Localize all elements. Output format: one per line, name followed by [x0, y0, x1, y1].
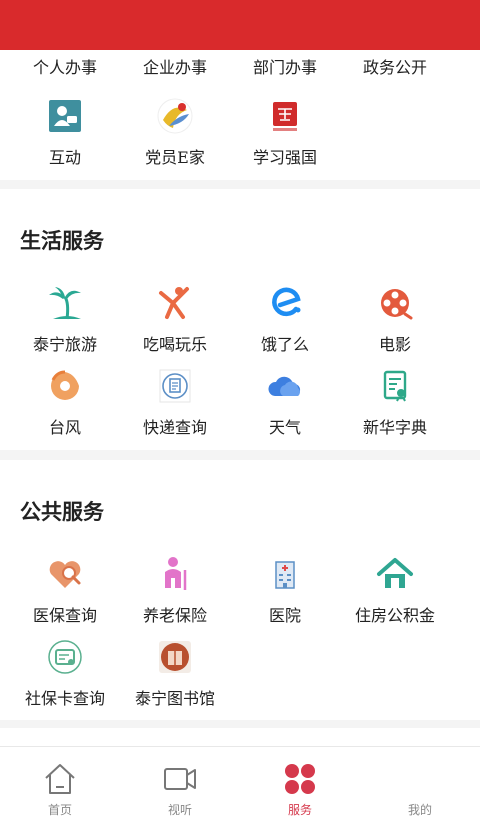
palm-tree-icon — [49, 287, 81, 320]
public-services-section: 公共服务 医保查询 养老保险 医院 住房公积金 社保卡查询 泰宁图书馆 — [0, 460, 480, 720]
tile-party-member[interactable]: 党员E家 — [115, 96, 235, 168]
tile-medical-insurance[interactable]: 医保查询 — [5, 554, 125, 626]
home-icon — [45, 764, 75, 794]
tile-express[interactable]: 快递查询 — [115, 366, 235, 438]
tile-interaction[interactable]: 互动 — [5, 96, 125, 168]
tile-label: 学习强国 — [252, 148, 317, 167]
heart-search-icon — [49, 561, 81, 588]
tile-label: 互动 — [48, 148, 81, 167]
social-card-icon — [48, 640, 82, 674]
tab-services[interactable]: 服务 — [240, 747, 360, 826]
tile-label: 泰宁旅游 — [32, 335, 97, 354]
tile-label: 泰宁图书馆 — [134, 689, 215, 708]
xuexi-qiangguo-icon — [273, 102, 297, 131]
house-icon — [377, 558, 413, 588]
eleme-icon — [272, 287, 301, 317]
tile-label: 党员E家 — [145, 148, 205, 167]
typhoon-icon — [51, 370, 79, 400]
tile-library[interactable]: 泰宁图书馆 — [115, 637, 235, 709]
hospital-icon — [275, 561, 295, 589]
tile-label: 医保查询 — [32, 606, 97, 625]
tab-label: 我的 — [407, 803, 432, 817]
chat-user-icon — [49, 100, 81, 132]
tile-hospital[interactable]: 医院 — [225, 554, 345, 626]
party-member-icon — [157, 98, 193, 134]
film-reel-icon — [381, 289, 413, 320]
video-camera-icon — [164, 768, 196, 790]
tab-home[interactable]: 首页 — [0, 747, 120, 826]
app-header — [0, 0, 480, 50]
tile-housing-fund[interactable]: 住房公积金 — [335, 554, 455, 626]
tile-label: 吃喝玩乐 — [142, 335, 207, 354]
tile-label: 新华字典 — [362, 418, 427, 437]
tab-video[interactable]: 视听 — [120, 747, 240, 826]
spacer-section — [0, 728, 480, 746]
person-cheer-icon — [159, 287, 189, 319]
services-grid-icon — [285, 764, 315, 794]
tile-label: 住房公积金 — [354, 606, 435, 625]
tile-label: 电影 — [378, 335, 411, 354]
tab-government-affairs[interactable]: 政务公开 — [335, 54, 455, 78]
tab-personal-affairs[interactable]: 个人办事 — [5, 54, 125, 78]
tile-weather[interactable]: 天气 — [225, 366, 345, 438]
tab-label: 服务 — [287, 803, 312, 817]
tile-typhoon[interactable]: 台风 — [5, 366, 125, 438]
tile-dictionary[interactable]: 新华字典 — [335, 366, 455, 438]
section-title: 公共服务 — [20, 499, 104, 524]
library-icon — [159, 641, 191, 673]
elderly-icon — [165, 557, 187, 590]
section-title: 生活服务 — [20, 228, 104, 253]
tab-enterprise-affairs[interactable]: 企业办事 — [115, 54, 235, 78]
tile-social-card[interactable]: 社保卡查询 — [5, 637, 125, 709]
tab-department-affairs[interactable]: 部门办事 — [225, 54, 345, 78]
tile-label: 社保卡查询 — [24, 689, 105, 708]
tile-label: 医院 — [268, 606, 301, 625]
tile-pension[interactable]: 养老保险 — [115, 554, 235, 626]
tile-label: 天气 — [268, 418, 301, 437]
tile-eleme[interactable]: 饿了么 — [225, 283, 345, 355]
tile-eat-drink[interactable]: 吃喝玩乐 — [115, 283, 235, 355]
tile-movie[interactable]: 电影 — [335, 283, 455, 355]
tab-label: 首页 — [47, 803, 72, 817]
tab-label: 视听 — [167, 803, 192, 817]
tile-label: 养老保险 — [142, 606, 207, 625]
cloud-weather-icon — [268, 376, 301, 396]
life-services-section: 生活服务 泰宁旅游 吃喝玩乐 饿了么 电影 台风 快递查询 天气 新华字典 — [0, 189, 480, 450]
tile-taining-travel[interactable]: 泰宁旅游 — [5, 283, 125, 355]
parcel-icon — [159, 369, 191, 403]
tile-xuexi[interactable]: 学习强国 — [225, 96, 345, 168]
profile-icon — [402, 761, 438, 797]
gov-services-section: 个人办事 企业办事 部门办事 政务公开 互动 党员E家 学习强国 — [0, 50, 480, 180]
bottom-tab-bar: 首页 视听 服务 我的 — [0, 746, 480, 826]
tab-profile[interactable]: 我的 — [360, 747, 480, 826]
tile-label: 饿了么 — [260, 335, 309, 354]
tile-label: 快递查询 — [142, 418, 207, 437]
tile-label: 台风 — [48, 418, 81, 437]
dictionary-icon — [383, 370, 407, 402]
